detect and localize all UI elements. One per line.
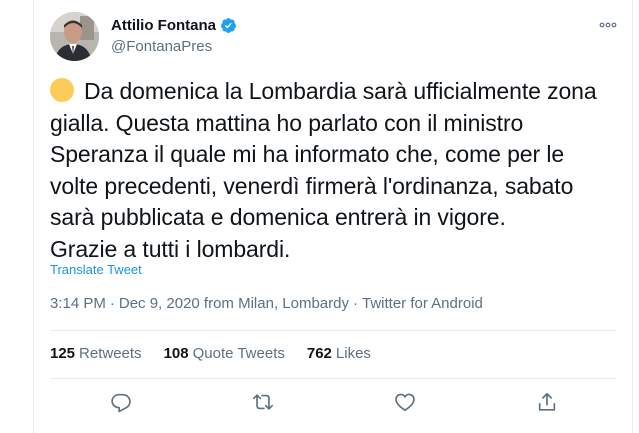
tweet-text: Da domenica la Lombardia sarà ufficialme… bbox=[50, 76, 615, 265]
tweet-actions bbox=[34, 388, 632, 418]
quote-tweets-count: 108 bbox=[163, 345, 189, 362]
quote-tweets-stat[interactable]: 108 Quote Tweets bbox=[164, 345, 285, 362]
meta-separator: · bbox=[109, 295, 115, 312]
tweet-header: Attilio Fontana @FontanaPres bbox=[50, 12, 620, 62]
retweets-stat[interactable]: 125 Retweets bbox=[50, 345, 142, 362]
more-dots-icon[interactable] bbox=[598, 20, 618, 30]
avatar-portrait-icon bbox=[50, 12, 99, 61]
tweet-line: sarà pubblicata e domenica entrerà in vi… bbox=[50, 204, 506, 230]
author-name-block: Attilio Fontana @FontanaPres bbox=[111, 15, 237, 55]
yellow-circle-icon bbox=[50, 78, 74, 102]
retweets-label: Retweets bbox=[79, 345, 142, 362]
meta-separator: · bbox=[352, 295, 358, 312]
tweet-line: Da domenica la Lombardia sarà ufficialme… bbox=[50, 76, 615, 108]
reply-icon[interactable] bbox=[110, 391, 132, 413]
tweet-line: volte precedenti, venerdì firmerà l'ordi… bbox=[50, 172, 574, 199]
tweet-stats: 125 Retweets 108 Quote Tweets 762 Likes bbox=[50, 345, 371, 362]
heart-icon[interactable] bbox=[394, 391, 416, 413]
avatar[interactable] bbox=[50, 12, 99, 61]
likes-count: 762 bbox=[306, 345, 332, 362]
verified-badge-icon bbox=[221, 17, 236, 33]
retweets-count: 125 bbox=[50, 345, 76, 362]
tweet-time[interactable]: 3:14 PM bbox=[50, 295, 106, 312]
tweet-line: Speranza il quale mi ha informato che, c… bbox=[50, 141, 565, 167]
tweet-line: Grazie a tutti i lombardi. bbox=[50, 235, 291, 262]
translate-tweet-link[interactable]: Translate Tweet bbox=[50, 262, 142, 277]
tweet-card: Attilio Fontana @FontanaPres Da domenica… bbox=[33, 0, 633, 433]
divider bbox=[50, 378, 616, 379]
retweet-icon[interactable] bbox=[252, 391, 274, 413]
share-icon[interactable] bbox=[536, 391, 558, 413]
likes-stat[interactable]: 762 Likes bbox=[307, 345, 371, 362]
likes-label: Likes bbox=[335, 345, 371, 362]
tweet-source[interactable]: Twitter for Android bbox=[362, 295, 483, 312]
display-name[interactable]: Attilio Fontana bbox=[111, 17, 216, 34]
tweet-line-text: Da domenica la Lombardia sarà ufficialme… bbox=[84, 78, 597, 104]
tweet-date-location[interactable]: Dec 9, 2020 from Milan, Lombardy bbox=[119, 295, 349, 312]
tweet-line: gialla. Questa mattina ho parlato con il… bbox=[50, 109, 524, 136]
display-name-row: Attilio Fontana bbox=[111, 15, 237, 35]
author-handle[interactable]: @FontanaPres bbox=[111, 38, 237, 55]
quote-tweets-label: Quote Tweets bbox=[192, 345, 285, 362]
tweet-meta: 3:14 PM · Dec 9, 2020 from Milan, Lombardy… bbox=[50, 295, 483, 312]
divider bbox=[50, 330, 616, 331]
